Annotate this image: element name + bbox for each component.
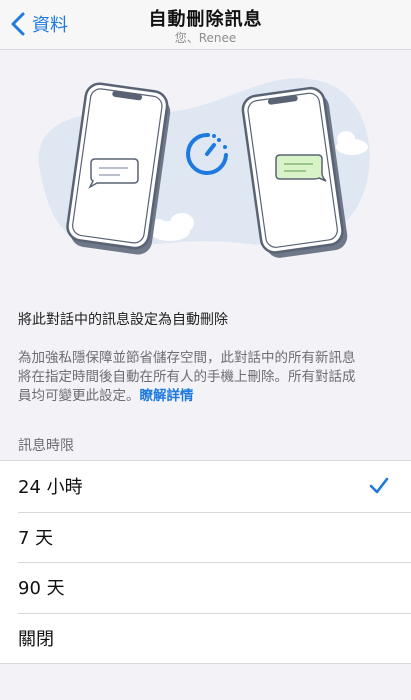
option-90-days[interactable]: 90 天	[0, 562, 411, 613]
option-7-days[interactable]: 7 天	[0, 511, 411, 563]
option-label: 7 天	[18, 527, 54, 549]
disappearing-messages-illustration	[38, 78, 370, 258]
page-title: 自動刪除訊息	[148, 9, 263, 30]
description-main: 將此對話中的訊息設定為自動刪除	[18, 312, 228, 328]
option-off[interactable]: 關閉	[0, 612, 411, 664]
option-label: 24 小時	[18, 477, 83, 499]
navigation-bar: 資料 自動刪除訊息 您、Renee	[0, 0, 411, 50]
description-line: 將在指定時間後自動在所有人的手機上刪除。所有對話成	[18, 369, 356, 385]
option-label: 90 天	[18, 578, 65, 600]
learn-more-link[interactable]: 瞭解詳情	[140, 388, 194, 404]
page-subtitle: 您、Renee	[174, 31, 237, 45]
option-label: 關閉	[18, 628, 54, 650]
description-line: 員均可變更此設定。瞭解詳情	[18, 387, 398, 406]
option-24-hours[interactable]: 24 小時	[0, 461, 411, 512]
description-line-text: 員均可變更此設定。	[18, 388, 140, 404]
description-detail: 為加強私隱保障並節省儲存空間，此對話中的所有新訊息 將在指定時間後自動在所有人的…	[18, 349, 398, 406]
message-bubble-icon	[275, 154, 327, 182]
message-bubble-icon	[88, 158, 139, 189]
duration-options-list: 24 小時 7 天 90 天 關閉	[0, 460, 411, 664]
section-header: 訊息時限	[18, 438, 74, 454]
description-line: 為加強私隱保障並節省儲存空間，此對話中的所有新訊息	[18, 350, 356, 366]
checkmark-icon	[369, 477, 389, 494]
